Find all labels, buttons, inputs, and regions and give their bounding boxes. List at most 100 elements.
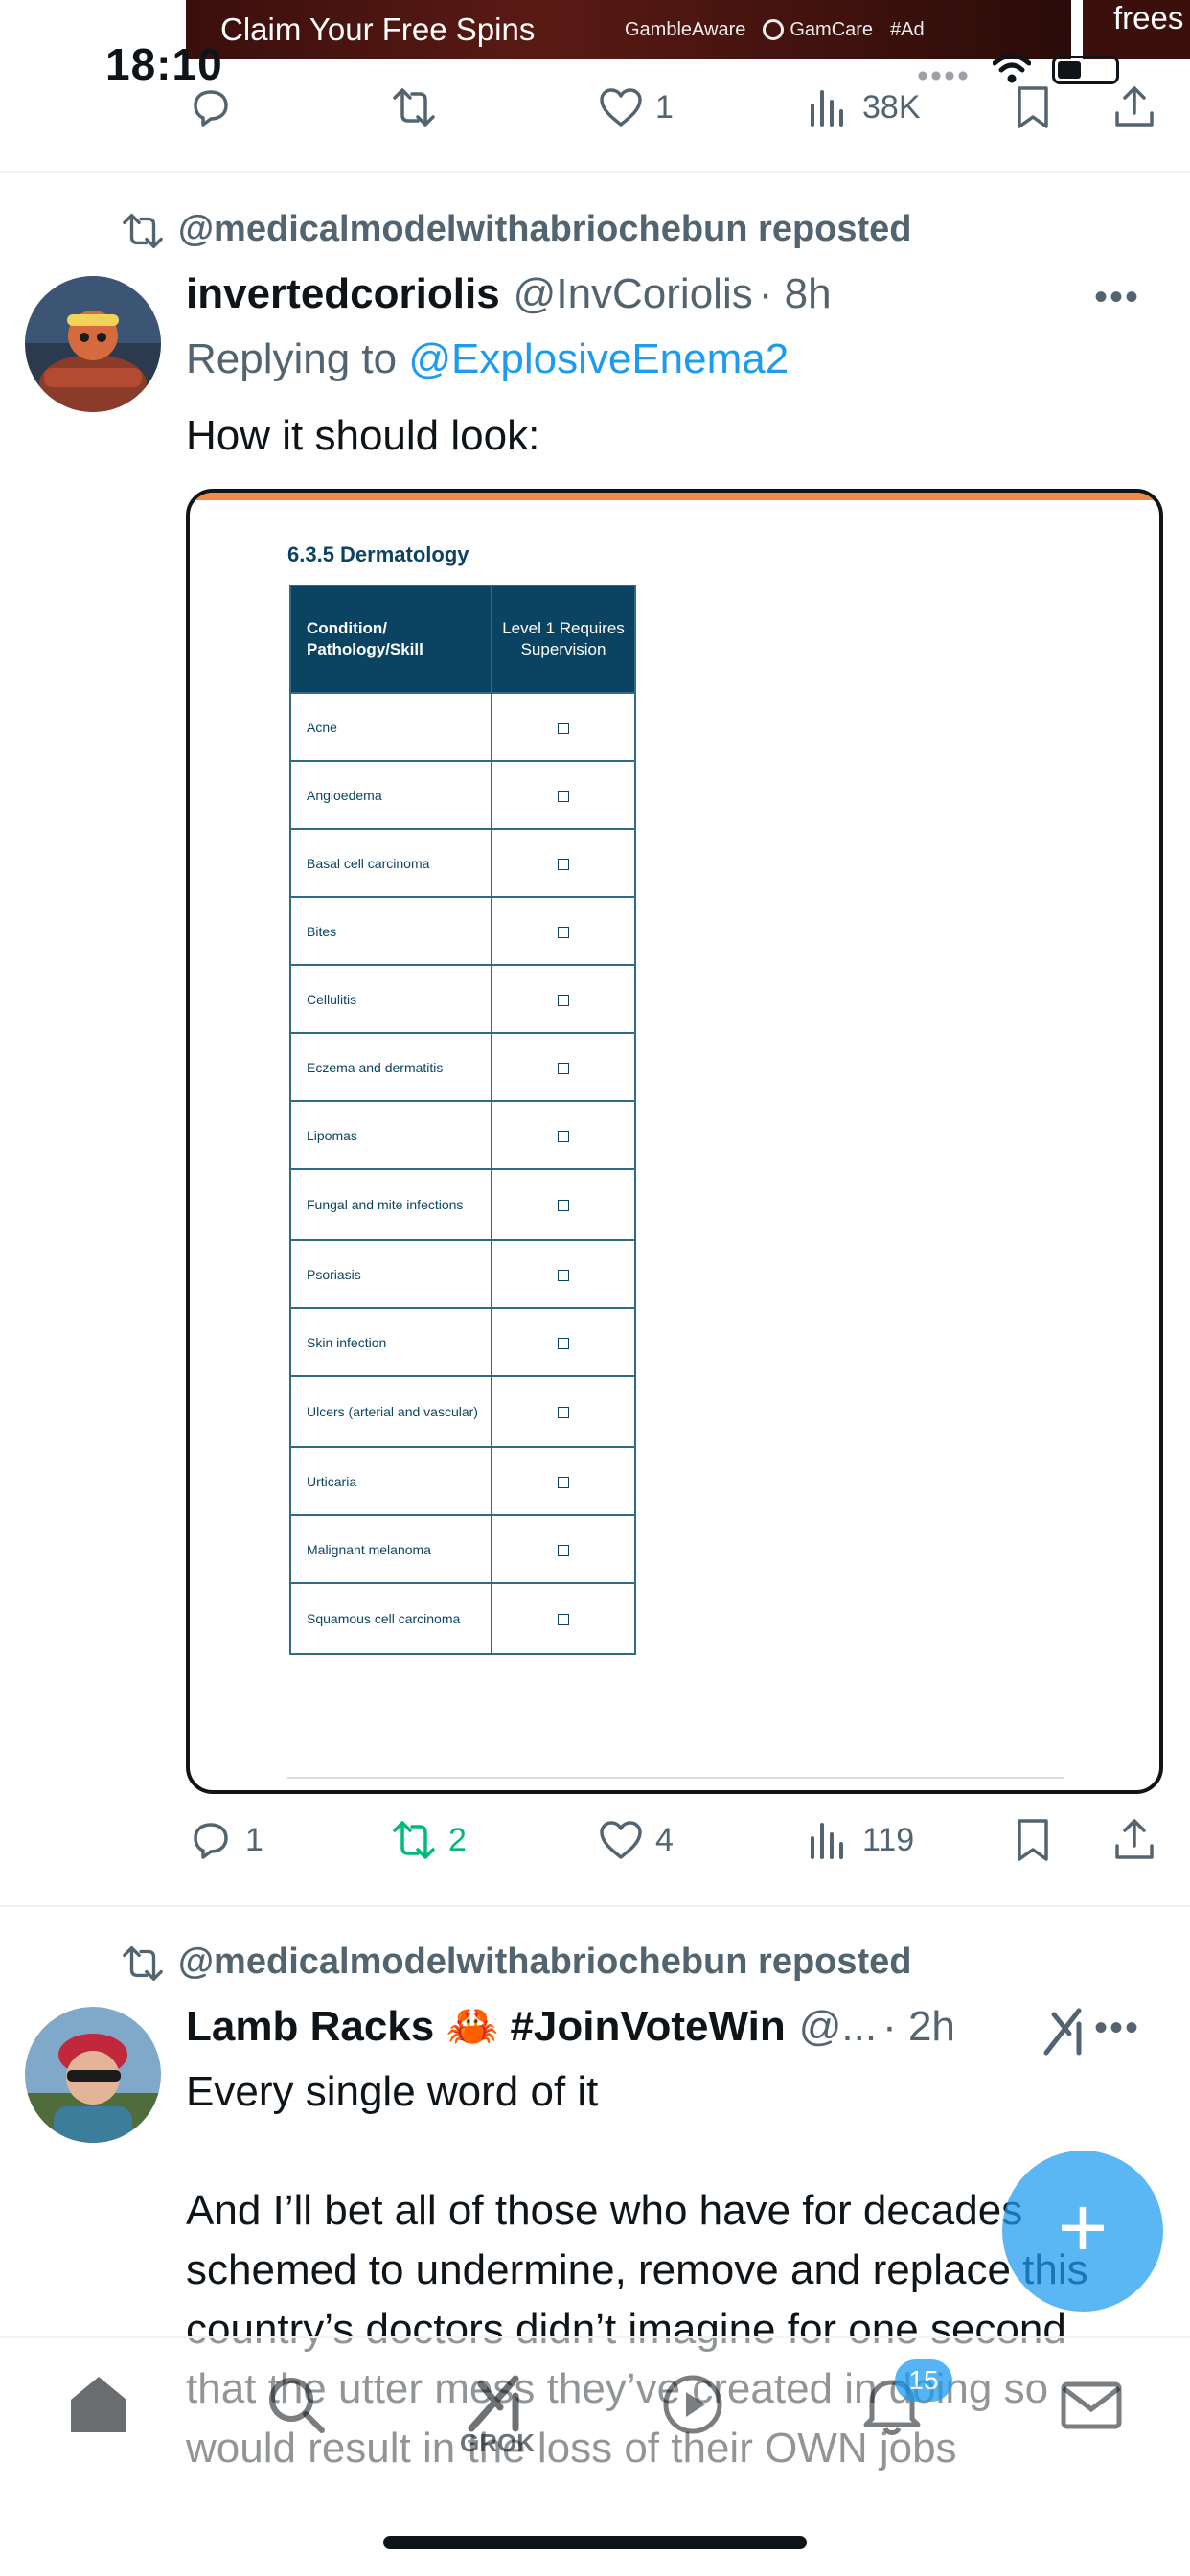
like-button[interactable]: 1 — [598, 84, 674, 130]
home-icon[interactable] — [65, 2371, 132, 2438]
table-row: Malignant melanoma — [289, 1514, 636, 1584]
display-name[interactable]: invertedcoriolis — [186, 270, 500, 318]
repost-icon — [123, 213, 163, 248]
checkbox-icon — [558, 1200, 569, 1212]
repost-indicator[interactable]: @medicalmodelwithabriochebun reposted — [121, 1942, 912, 1983]
supervision-cell — [491, 1514, 636, 1584]
gamcare-icon — [763, 19, 785, 40]
user-handle[interactable]: @... — [799, 2003, 877, 2051]
status-time: 18:10 — [105, 39, 223, 89]
user-handle[interactable]: @InvCoriolis — [514, 270, 753, 318]
views-button[interactable]: 119 — [805, 1817, 914, 1863]
repost-text: @medicalmodelwithabriochebun reposted — [178, 209, 912, 249]
condition-cell: Lipomas — [289, 1100, 492, 1170]
tweet-divider — [0, 1905, 1190, 1907]
share-button[interactable] — [1111, 84, 1157, 130]
table-row: Lipomas — [289, 1100, 636, 1170]
checkbox-icon — [558, 722, 569, 734]
battery-icon — [1052, 56, 1119, 84]
reply-count: 1 — [245, 1821, 263, 1858]
checkbox-icon — [558, 1614, 569, 1626]
checkbox-icon — [558, 1544, 569, 1556]
supervision-cell — [491, 692, 636, 762]
repost-icon — [393, 88, 435, 126]
repost-count: 2 — [448, 1821, 467, 1858]
tweet-text: How it should look: — [186, 412, 540, 459]
avatar[interactable] — [25, 276, 161, 412]
table-row: Cellulitis — [289, 964, 636, 1034]
messages-mail-icon[interactable] — [1058, 2371, 1125, 2438]
checkbox-icon — [558, 1337, 569, 1349]
reply-prefix: Replying to — [186, 335, 409, 382]
avatar[interactable] — [25, 2007, 161, 2143]
reply-icon — [194, 90, 228, 126]
checkbox-icon — [558, 1130, 569, 1142]
search-icon[interactable] — [263, 2371, 330, 2438]
wifi-icon — [993, 53, 1031, 83]
like-button[interactable]: 4 — [598, 1817, 674, 1863]
checkbox-icon — [558, 790, 569, 802]
checkbox-icon — [558, 1407, 569, 1419]
condition-cell: Urticaria — [289, 1446, 492, 1516]
reply-to-handle[interactable]: @ExplosiveEnema2 — [408, 335, 789, 382]
checkbox-icon — [558, 1476, 569, 1488]
share-icon — [1115, 1819, 1154, 1859]
condition-cell: Squamous cell carcinoma — [289, 1582, 492, 1655]
repost-text: @medicalmodelwithabriochebun reposted — [178, 1942, 912, 1982]
tweet-time[interactable]: · 2h — [882, 2003, 955, 2051]
repost-button[interactable] — [391, 84, 437, 130]
repost-button[interactable]: 2 — [391, 1817, 467, 1863]
supervision-cell — [491, 760, 636, 830]
table-header-level: Level 1 Requires Supervision — [491, 585, 636, 694]
condition-cell: Bites — [289, 896, 492, 966]
tweet-time[interactable]: · 8h — [759, 270, 832, 318]
more-options-icon[interactable]: ••• — [1094, 276, 1140, 319]
tweet-media-image[interactable]: 6.3.5 Dermatology Condition/ Pathology/S… — [186, 489, 1163, 1794]
table-row: Skin infection — [289, 1307, 636, 1377]
checkbox-icon — [558, 926, 569, 938]
checkbox-icon — [558, 858, 569, 870]
condition-cell: Basal cell carcinoma — [289, 828, 492, 898]
video-icon[interactable] — [659, 2371, 726, 2438]
supervision-cell — [491, 1582, 636, 1655]
grok-icon[interactable] — [1041, 2005, 1088, 2058]
ad-gamcare-text: GamCare — [790, 18, 874, 40]
supervision-cell — [491, 1032, 636, 1102]
tweet-header: Lamb Racks 🦀 #JoinVoteWin @... · 2h — [186, 2001, 955, 2051]
more-options-icon[interactable]: ••• — [1094, 2007, 1140, 2050]
condition-cell: Fungal and mite infections — [289, 1168, 492, 1241]
document-footer-line — [287, 1777, 1064, 1779]
ad-claim-text: Claim Your Free Spins — [220, 12, 536, 47]
bookmark-button[interactable] — [1010, 84, 1056, 130]
supervision-cell — [491, 1375, 636, 1448]
table-row: Bites — [289, 896, 636, 966]
condition-cell: Psoriasis — [289, 1239, 492, 1309]
tweet-header: invertedcoriolis @InvCoriolis · 8h — [186, 270, 832, 318]
display-name[interactable]: Lamb Racks 🦀 #JoinVoteWin — [186, 2001, 786, 2051]
table-row: Squamous cell carcinoma — [289, 1582, 636, 1655]
share-button[interactable] — [1111, 1817, 1157, 1863]
views-button[interactable]: 38K — [805, 84, 921, 130]
like-count: 1 — [655, 88, 674, 126]
like-count: 4 — [655, 1821, 674, 1858]
home-indicator[interactable] — [383, 2536, 807, 2549]
grok-label: GROK — [460, 2428, 535, 2457]
reply-button[interactable] — [188, 84, 234, 130]
supervision-cell — [491, 828, 636, 898]
repost-indicator[interactable]: @medicalmodelwithabriochebun reposted — [121, 209, 912, 250]
condition-cell: Skin infection — [289, 1307, 492, 1377]
table-row: Basal cell carcinoma — [289, 828, 636, 898]
supervision-cell — [491, 896, 636, 966]
repost-icon — [393, 1821, 435, 1859]
share-icon — [1115, 86, 1154, 126]
plus-icon: + — [1057, 2180, 1109, 2276]
reply-button[interactable]: 1 — [188, 1817, 263, 1863]
checkbox-icon — [558, 1062, 569, 1074]
ad-banner-secondary[interactable]: frees — [1083, 0, 1190, 59]
compose-button[interactable]: + — [1002, 2150, 1163, 2312]
heart-icon — [600, 1821, 642, 1859]
bookmark-button[interactable] — [1010, 1817, 1056, 1863]
checkbox-icon — [558, 994, 569, 1006]
table-row: Psoriasis — [289, 1239, 636, 1309]
ad-banner[interactable]: Claim Your Free Spins GambleAware GamCar… — [186, 0, 1071, 59]
